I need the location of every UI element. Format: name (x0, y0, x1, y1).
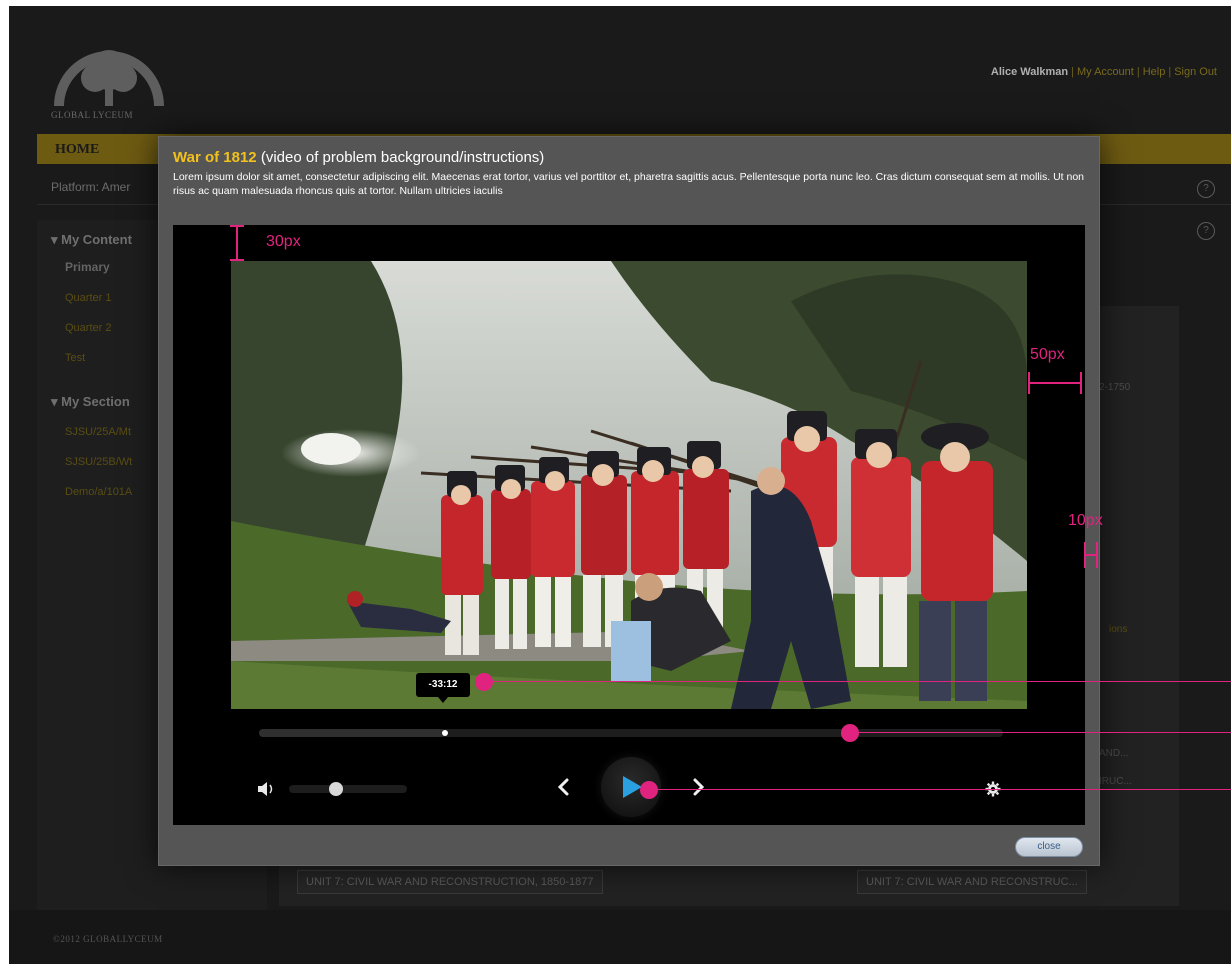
help-link[interactable]: Help (1143, 66, 1166, 78)
sidebar-item-section[interactable]: Demo/a/101A (65, 486, 132, 498)
sidebar-item-quarter-2[interactable]: Quarter 2 (65, 322, 111, 334)
tree-logo-icon (54, 50, 164, 107)
unit-7-button[interactable]: UNIT 7: CIVIL WAR AND RECONSTRUC... (857, 870, 1087, 894)
help-icon[interactable]: ? (1197, 180, 1215, 198)
modal-title-row: War of 1812 (video of problem background… (173, 149, 544, 166)
next-icon (693, 778, 705, 796)
my-sections-heading[interactable]: ▾ My Section (51, 394, 130, 410)
modal-subtitle: (video of problem background/instruction… (256, 149, 545, 166)
annotation-leader-line (850, 732, 1231, 733)
footer-copyright: ©2012 GLOBALLYCEUM (53, 934, 163, 944)
annotation-dot (475, 673, 493, 691)
sidebar-item-quarter-1[interactable]: Quarter 1 (65, 292, 111, 304)
footer: ©2012 GLOBALLYCEUM (9, 910, 1231, 964)
background-fragment: ions (1109, 624, 1128, 635)
user-name: Alice Walkman (990, 66, 1069, 78)
annotation-label: 10px (1068, 512, 1103, 529)
modal-description: Lorem ipsum dolor sit amet, consectetur … (173, 171, 1085, 197)
volume-knob[interactable] (329, 782, 344, 796)
annotation-leader-line (484, 681, 1231, 682)
modal-header: War of 1812 (video of problem background… (159, 137, 1099, 221)
annotation-marker (230, 225, 244, 227)
my-content-heading[interactable]: ▾ My Content (51, 232, 132, 248)
annotation-dot (640, 781, 658, 799)
annotation-marker (1084, 554, 1098, 556)
modal-title: War of 1812 (173, 149, 257, 166)
annotation-marker (236, 225, 238, 261)
annotation-dot (841, 724, 859, 742)
user-nav: Alice Walkman | My Account | Help | Sign Out (990, 66, 1217, 78)
primary-label: Primary (65, 260, 110, 274)
help-icon[interactable]: ? (1197, 222, 1215, 240)
volume-slider[interactable] (289, 782, 407, 796)
logo-text: GLOBAL LYCEUM (51, 110, 134, 120)
video-frame-image (231, 261, 1027, 709)
sidebar-item-section[interactable]: SJSU/25B/Wt (65, 456, 132, 468)
volume-icon[interactable] (257, 781, 275, 797)
progress-bar[interactable] (259, 729, 1003, 737)
annotation-label: 50px (1030, 346, 1065, 363)
previous-button[interactable] (555, 777, 571, 797)
sidebar-item-section[interactable]: SJSU/25A/Mt (65, 426, 131, 438)
sidebar-item-test[interactable]: Test (65, 352, 85, 364)
annotation-leader-line (649, 789, 1231, 790)
annotation-marker (1080, 372, 1082, 394)
background-fragment: IRUC... (1099, 776, 1132, 787)
global-lyceum-logo[interactable]: GLOBAL LYCEUM (51, 26, 169, 120)
home-tab[interactable]: HOME (55, 142, 99, 158)
next-button[interactable] (691, 777, 707, 797)
video-frame[interactable] (231, 261, 1027, 709)
annotation-marker (230, 259, 244, 261)
platform-label: Platform: Amer (51, 180, 131, 194)
time-remaining-tooltip: -33:12 (416, 673, 470, 703)
my-account-link[interactable]: My Account (1077, 66, 1134, 78)
background-fragment: AND... (1099, 748, 1129, 759)
sign-out-link[interactable]: Sign Out (1174, 66, 1217, 78)
close-button[interactable]: close (1015, 837, 1083, 857)
video-player: -33:12 (173, 225, 1085, 825)
annotation-marker (1028, 372, 1030, 394)
previous-icon (557, 778, 569, 796)
annotation-label: 30px (266, 233, 301, 250)
progress-handle[interactable] (442, 730, 448, 736)
unit-7-button[interactable]: UNIT 7: CIVIL WAR AND RECONSTRUCTION, 18… (297, 870, 603, 894)
annotation-marker (1028, 382, 1082, 384)
progress-fill (259, 729, 445, 737)
background-fragment: 2-1750 (1099, 382, 1131, 393)
